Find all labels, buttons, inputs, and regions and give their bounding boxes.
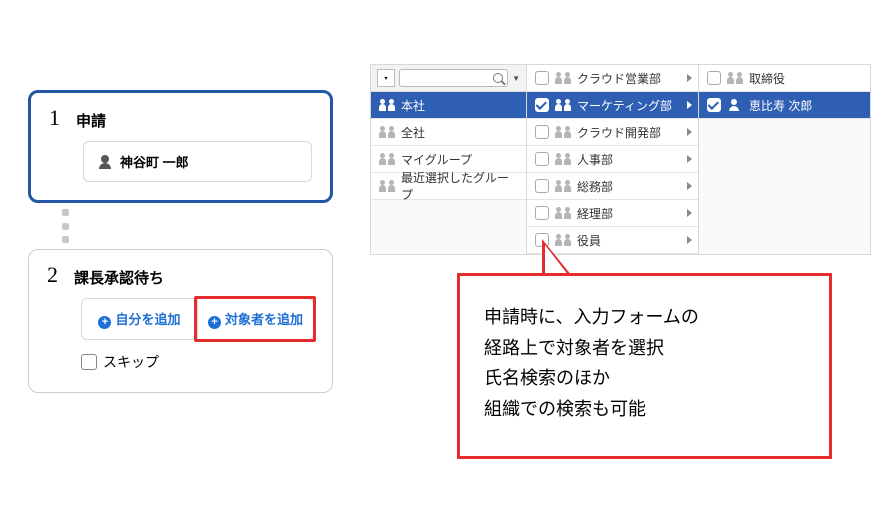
picker-search-row: ▾ ▼ xyxy=(371,65,526,92)
dept-checkbox[interactable] xyxy=(535,98,549,112)
dept-item-hr[interactable]: 人事部 xyxy=(527,146,698,173)
applicant-box: 神谷町 一郎 xyxy=(83,141,312,182)
group-icon xyxy=(379,180,395,192)
dept-checkbox[interactable] xyxy=(535,71,549,85)
chevron-down-icon[interactable]: ▼ xyxy=(512,74,520,83)
step-2-title: 課長承認待ち xyxy=(74,264,164,288)
dept-checkbox[interactable] xyxy=(535,152,549,166)
picker-mode-select[interactable]: ▾ xyxy=(377,69,395,87)
person-label: 取締役 xyxy=(749,70,785,87)
dept-item-marketing[interactable]: マーケティング部 xyxy=(527,92,698,119)
dept-item-acct[interactable]: 経理部 xyxy=(527,200,698,227)
dept-label: 経理部 xyxy=(577,205,613,222)
dept-label: クラウド開発部 xyxy=(577,124,661,141)
org-label: マイグループ xyxy=(401,151,472,168)
group-icon xyxy=(555,126,571,138)
org-item-honsha[interactable]: 本社 xyxy=(371,92,526,119)
callout-line-2: 経路上で対象者を選択 xyxy=(484,333,805,364)
step-connector xyxy=(62,209,70,243)
search-icon xyxy=(493,73,503,83)
step-1-number: 1 xyxy=(49,107,60,129)
skip-label: スキップ xyxy=(103,352,159,372)
callout-line-4: 組織での検索も可能 xyxy=(484,394,805,425)
group-icon xyxy=(555,207,571,219)
org-label: 全社 xyxy=(401,124,425,141)
chevron-right-icon xyxy=(687,74,692,82)
chevron-right-icon xyxy=(687,101,692,109)
chevron-right-icon xyxy=(687,182,692,190)
plus-icon: + xyxy=(208,316,221,329)
picker-search-input[interactable] xyxy=(399,69,508,87)
person-item-director[interactable]: 取締役 xyxy=(699,65,870,92)
callout-line-1: 申請時に、入力フォームの xyxy=(484,302,805,333)
chevron-right-icon xyxy=(687,128,692,136)
step-1-card: 1 申請 神谷町 一郎 xyxy=(28,90,333,203)
person-checkbox[interactable] xyxy=(707,98,721,112)
org-label: 最近選択したグループ xyxy=(401,169,518,203)
picker-col-2: 取締役 恵比寿 次郎 xyxy=(699,64,871,255)
person-icon xyxy=(727,99,743,111)
person-item-ebisu[interactable]: 恵比寿 次郎 xyxy=(699,92,870,119)
dept-checkbox[interactable] xyxy=(535,125,549,139)
skip-checkbox[interactable] xyxy=(81,354,97,370)
plus-icon: + xyxy=(98,316,111,329)
add-self-button[interactable]: + 自分を追加 xyxy=(82,299,197,339)
applicant-name: 神谷町 一郎 xyxy=(120,152,189,171)
person-checkbox[interactable] xyxy=(707,71,721,85)
skip-row[interactable]: スキップ xyxy=(81,352,314,372)
picker-col-1: クラウド営業部 マーケティング部 クラウド開発部 人事部 総務部 xyxy=(527,64,699,255)
dept-label: マーケティング部 xyxy=(577,97,672,114)
org-label: 本社 xyxy=(401,97,425,114)
picker-col-0: ▾ ▼ 本社 全社 マイグループ 最近選択したグループ xyxy=(370,64,527,255)
group-icon xyxy=(555,180,571,192)
dept-item-ga[interactable]: 総務部 xyxy=(527,173,698,200)
group-icon xyxy=(555,99,571,111)
chevron-right-icon xyxy=(687,155,692,163)
add-target-label: 対象者を追加 xyxy=(225,312,303,327)
dept-label: 役員 xyxy=(577,232,601,249)
dept-checkbox[interactable] xyxy=(535,206,549,220)
chevron-right-icon xyxy=(687,209,692,217)
step-2-number: 2 xyxy=(47,264,58,286)
dept-checkbox[interactable] xyxy=(535,179,549,193)
explanation-callout: 申請時に、入力フォームの 経路上で対象者を選択 氏名検索のほか 組織での検索も可… xyxy=(457,273,832,459)
add-target-button[interactable]: + 対象者を追加 xyxy=(197,299,313,339)
dept-label: 総務部 xyxy=(577,178,613,195)
step-1-title: 申請 xyxy=(76,107,106,131)
org-item-recent[interactable]: 最近選択したグループ xyxy=(371,173,526,200)
dept-label: クラウド営業部 xyxy=(577,70,661,87)
step-2-card: 2 課長承認待ち + 自分を追加 + 対象者を追加 スキップ xyxy=(28,249,333,393)
org-item-zensha[interactable]: 全社 xyxy=(371,119,526,146)
group-icon xyxy=(555,153,571,165)
org-picker: ▾ ▼ 本社 全社 マイグループ 最近選択したグループ クラウド営業部 xyxy=(370,64,871,255)
group-icon xyxy=(379,126,395,138)
dept-item-cloud-sales[interactable]: クラウド営業部 xyxy=(527,65,698,92)
chevron-right-icon xyxy=(687,236,692,244)
add-buttons-row: + 自分を追加 + 対象者を追加 xyxy=(81,298,314,340)
add-self-label: 自分を追加 xyxy=(115,312,180,327)
person-icon xyxy=(98,155,112,169)
group-icon xyxy=(555,72,571,84)
group-icon xyxy=(379,99,395,111)
dept-item-cloud-dev[interactable]: クラウド開発部 xyxy=(527,119,698,146)
group-icon xyxy=(727,72,743,84)
person-label: 恵比寿 次郎 xyxy=(749,97,812,114)
callout-line-3: 氏名検索のほか xyxy=(484,363,805,394)
workflow-steps: 1 申請 神谷町 一郎 2 課長承認待ち + 自分を追加 + 対象者を追加 スキップ xyxy=(28,90,333,393)
dept-label: 人事部 xyxy=(577,151,613,168)
group-icon xyxy=(379,153,395,165)
